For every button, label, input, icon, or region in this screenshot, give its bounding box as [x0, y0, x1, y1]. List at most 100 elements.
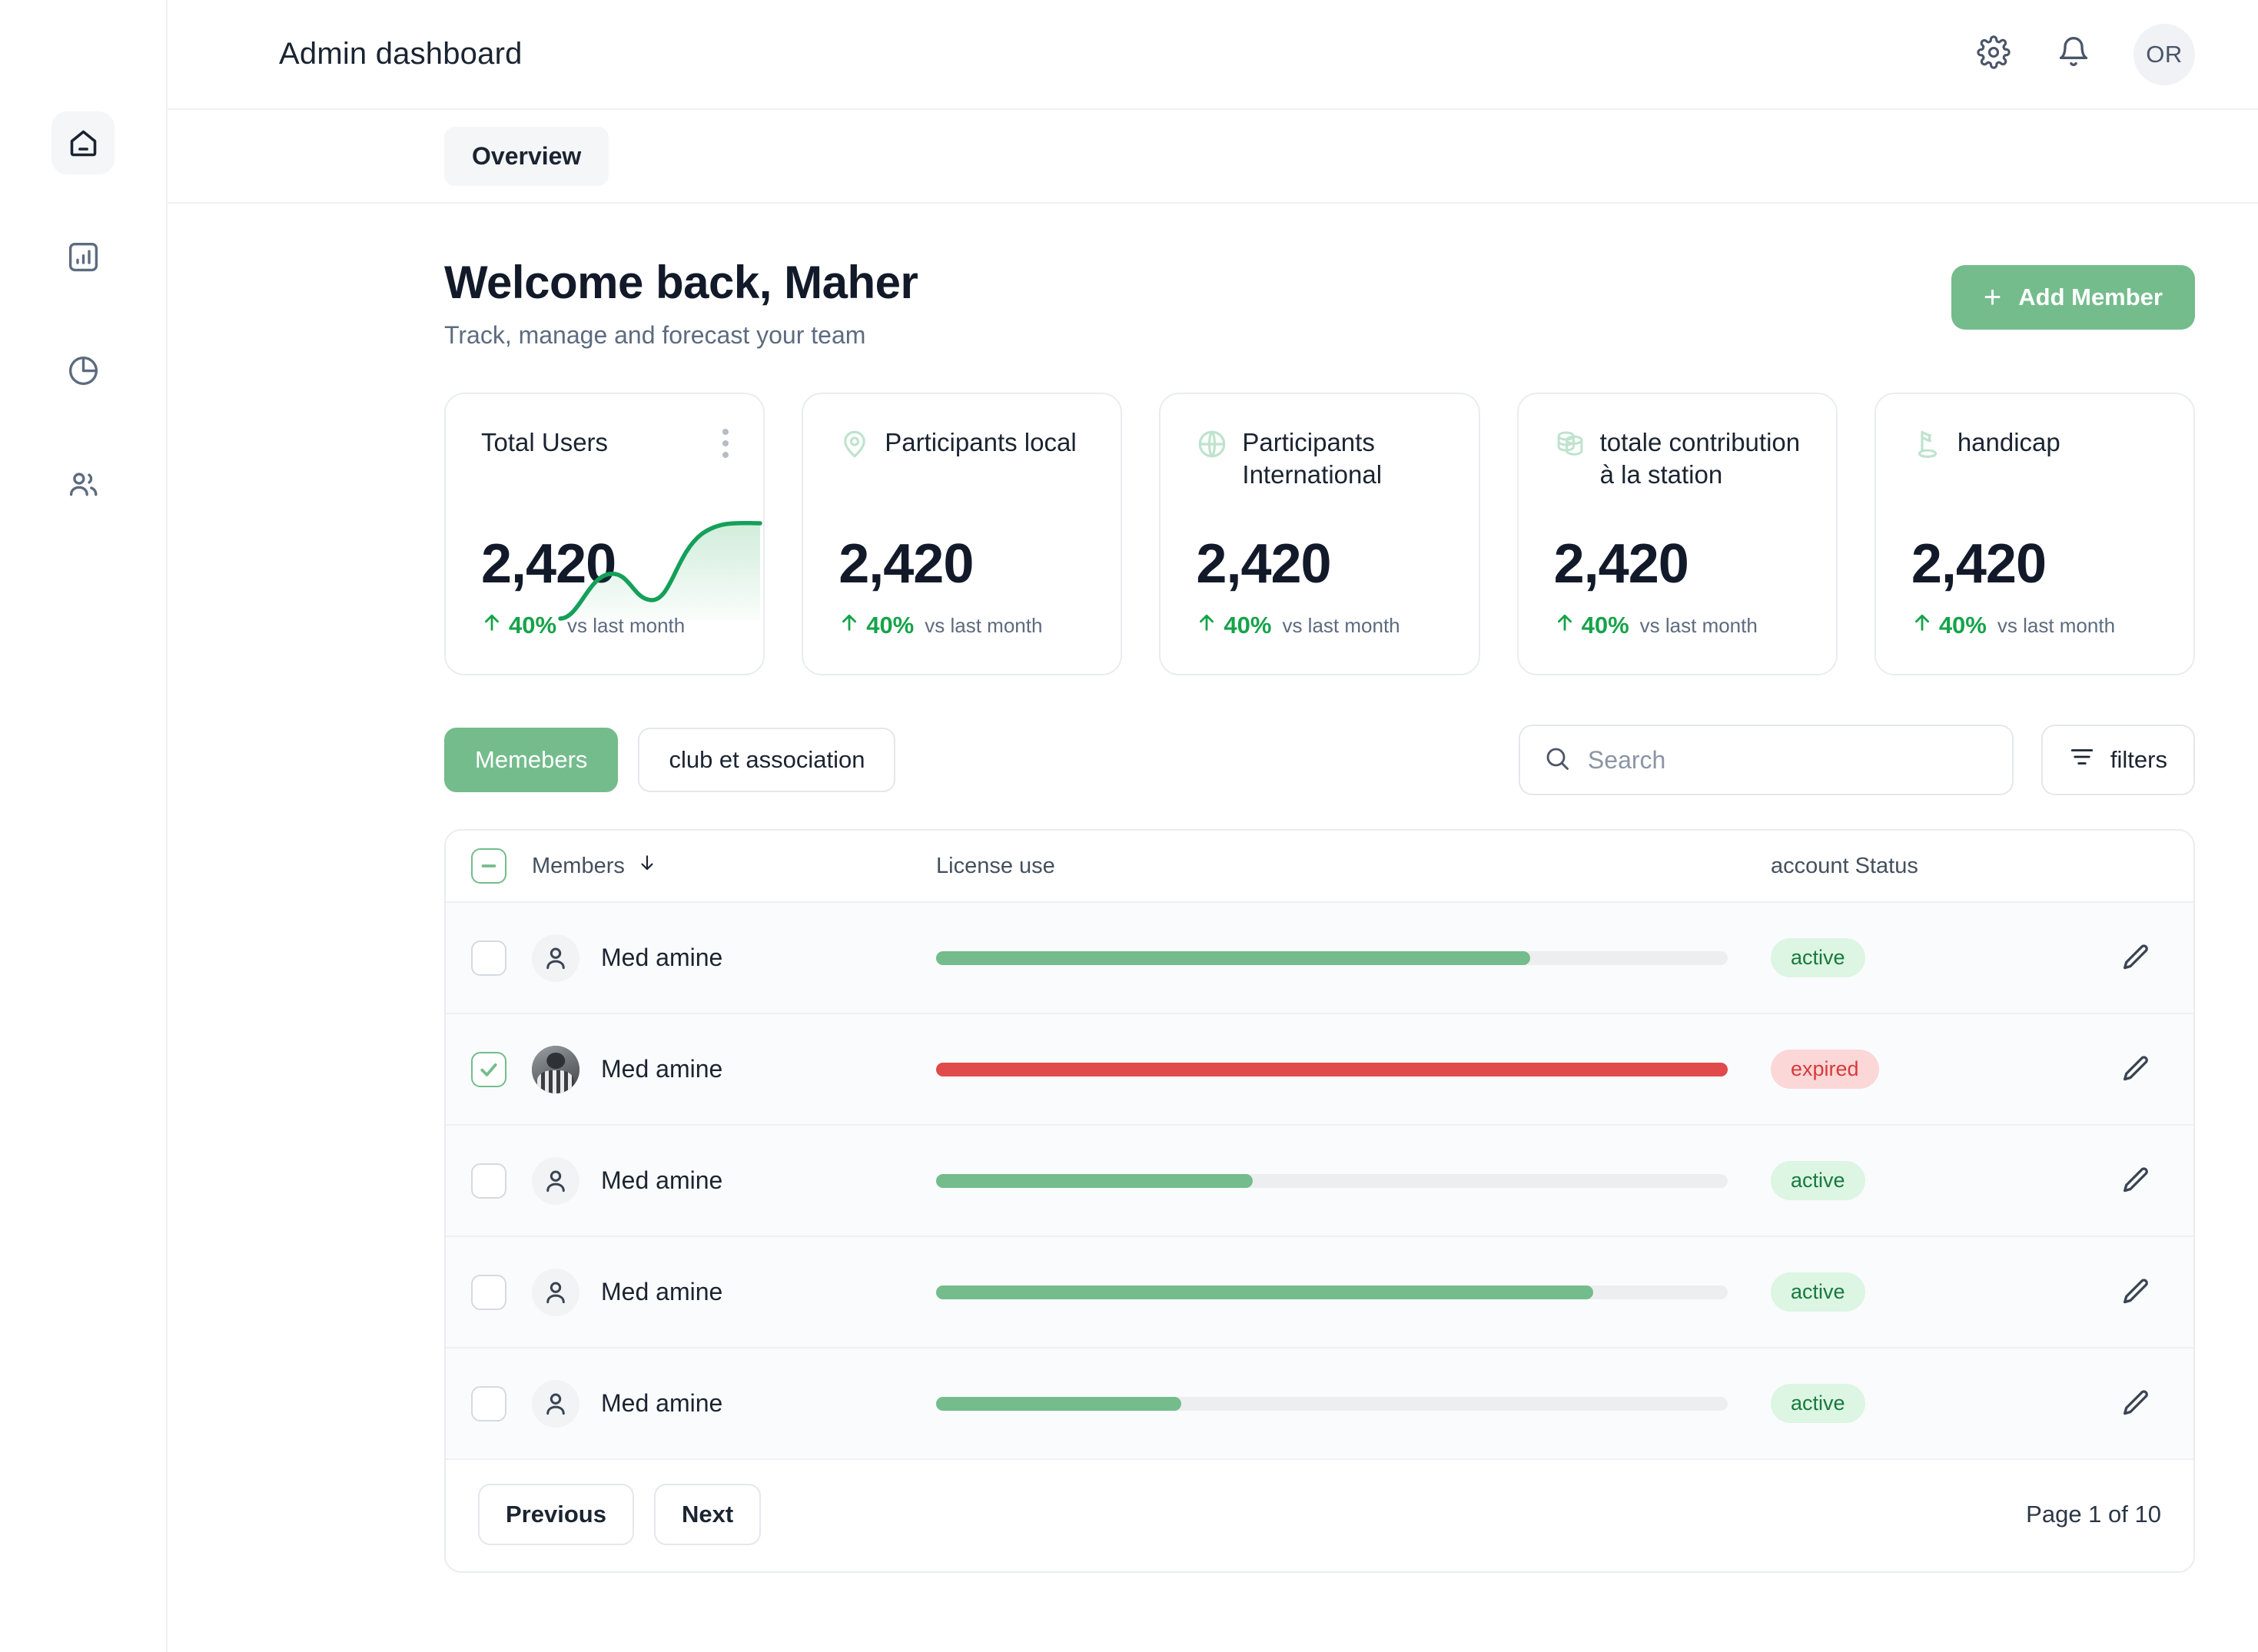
search-input[interactable] — [1587, 745, 1989, 775]
status-badge: active — [1771, 1384, 1865, 1423]
row-member-cell: Med amine — [532, 1045, 936, 1093]
row-actions-cell — [2078, 942, 2193, 974]
globe-icon — [1196, 428, 1228, 460]
stat-cards: Total Users 2,420 40% vs last month Part… — [444, 393, 2196, 675]
welcome-title: Welcome back, Maher — [444, 257, 918, 308]
search-box[interactable] — [1518, 725, 2014, 795]
sidebar-item-home[interactable] — [51, 111, 115, 174]
user-avatar[interactable]: OR — [2133, 23, 2195, 85]
member-name: Med amine — [601, 1166, 723, 1194]
column-header-status: account Status — [1771, 853, 1918, 878]
stat-card-value: 2,420 — [838, 533, 974, 595]
page-indicator: Page 1 of 10 — [2026, 1500, 2161, 1528]
page-title: Admin dashboard — [279, 37, 523, 71]
stat-card-trend-value: 40% — [1224, 612, 1272, 639]
row-checkbox[interactable] — [471, 1385, 506, 1421]
row-checkbox-cell — [446, 1385, 532, 1421]
row-checkbox[interactable] — [471, 1274, 506, 1310]
stat-card-footer: 40% vs last month — [1554, 611, 1801, 640]
settings-button[interactable] — [1974, 35, 2014, 75]
member-name: Med amine — [601, 1055, 723, 1083]
table-row: Med amine active — [446, 1126, 2193, 1237]
table-row: Med amine active — [446, 1237, 2193, 1348]
next-page-button[interactable]: Next — [653, 1483, 762, 1545]
pencil-icon[interactable] — [2120, 1276, 2152, 1309]
stat-card-trend-value: 40% — [509, 612, 557, 639]
row-member-cell: Med amine — [532, 1268, 936, 1316]
pie-chart-icon — [66, 353, 101, 388]
avatar — [532, 1045, 579, 1093]
license-progress-bar — [936, 1396, 1728, 1411]
main-area: Admin dashboard OR Overview Welcome back… — [168, 0, 2258, 1652]
previous-page-button[interactable]: Previous — [478, 1483, 634, 1545]
row-checkbox-cell — [446, 1163, 532, 1199]
welcome-row: Welcome back, Maher Track, manage and fo… — [444, 256, 2195, 350]
row-actions-cell — [2078, 1165, 2193, 1197]
filter-icon — [2069, 744, 2095, 776]
pencil-icon[interactable] — [2120, 942, 2152, 974]
row-status-cell: expired — [1771, 1050, 2078, 1089]
pencil-icon[interactable] — [2120, 1053, 2152, 1086]
table-tools: filters — [1518, 725, 2195, 795]
stat-card-trend: 40% — [481, 611, 556, 640]
table-row: Med amine expired — [446, 1014, 2193, 1126]
row-status-cell: active — [1771, 1384, 2078, 1423]
avatar — [532, 1379, 579, 1428]
stat-card-trend: 40% — [1554, 611, 1629, 640]
row-member-cell: Med amine — [532, 1379, 936, 1428]
sidebar-item-members[interactable] — [51, 453, 115, 516]
row-actions-cell — [2078, 1276, 2193, 1309]
license-progress-fill — [936, 1062, 1728, 1076]
arrow-down-icon — [637, 851, 657, 881]
avatar — [532, 1156, 579, 1205]
pagination-controls: Previous Next — [478, 1483, 762, 1545]
pencil-icon[interactable] — [2120, 1165, 2152, 1197]
stat-card-trend-value: 40% — [866, 612, 915, 639]
row-actions-cell — [2078, 1053, 2193, 1086]
arrow-up-icon — [1196, 611, 1217, 640]
filters-button[interactable]: filters — [2041, 725, 2195, 795]
welcome-subtitle: Track, manage and forecast your team — [444, 321, 866, 349]
tab-bar: Overview — [168, 110, 2258, 204]
top-bar: Admin dashboard OR — [168, 0, 2258, 110]
row-checkbox[interactable] — [471, 1051, 506, 1087]
content: Welcome back, Maher Track, manage and fo… — [168, 204, 2258, 1573]
stat-card-title: Total Users — [481, 428, 609, 456]
column-header-members[interactable]: Members — [532, 851, 936, 881]
row-checkbox[interactable] — [471, 940, 506, 976]
stat-card-value: 2,420 — [1553, 533, 1689, 595]
sidebar-item-reports[interactable] — [51, 339, 115, 402]
arrow-up-icon — [1911, 611, 1933, 640]
row-checkbox-cell — [446, 1274, 532, 1310]
stat-card-header: Participants local — [838, 426, 1085, 460]
avatar — [532, 934, 579, 982]
stat-card-note: vs last month — [1282, 613, 1400, 637]
tab-overview[interactable]: Overview — [444, 126, 609, 186]
arrow-up-icon — [838, 611, 860, 640]
add-member-label: Add Member — [2018, 284, 2163, 310]
add-member-button[interactable]: + Add Member — [1951, 265, 2195, 330]
segment-members[interactable]: Memebers — [444, 728, 619, 792]
pencil-icon[interactable] — [2120, 1388, 2152, 1420]
notifications-button[interactable] — [2054, 35, 2094, 75]
select-all-checkbox[interactable] — [471, 848, 506, 884]
row-checkbox[interactable] — [471, 1163, 506, 1199]
sidebar — [0, 0, 168, 1652]
stat-card-trend-value: 40% — [1938, 612, 1987, 639]
filters-label: filters — [2110, 746, 2167, 773]
bell-icon — [2057, 35, 2090, 73]
stat-card-participants-local: Participants local 2,420 40% vs last mon… — [802, 393, 1123, 675]
row-status-cell: active — [1771, 938, 2078, 977]
avatar — [532, 1268, 579, 1316]
stat-card-total-contribution: totale contribution à la station 2,420 4… — [1516, 393, 1838, 675]
row-member-cell: Med amine — [532, 1156, 936, 1205]
row-license-cell — [936, 1173, 1771, 1188]
stat-card-trend: 40% — [1196, 611, 1271, 640]
status-badge: active — [1771, 1272, 1865, 1312]
sidebar-item-analytics[interactable] — [51, 225, 115, 288]
kebab-menu-icon[interactable] — [722, 428, 729, 459]
license-progress-bar — [936, 950, 1728, 965]
segment-club-association[interactable]: club et association — [638, 728, 896, 792]
license-progress-fill — [936, 1285, 1593, 1299]
row-license-cell — [936, 1062, 1771, 1076]
